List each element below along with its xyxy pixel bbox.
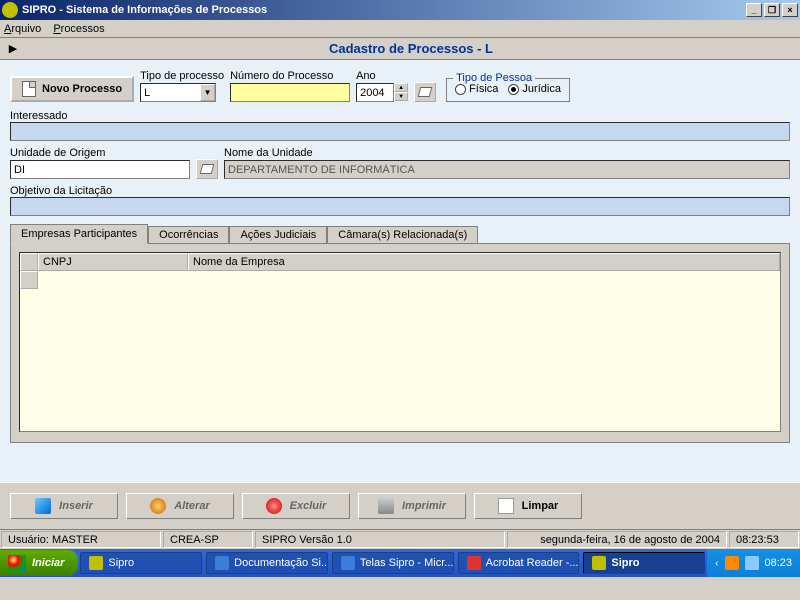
radio-juridica[interactable]: Jurídica [508,83,561,95]
ano-input[interactable] [356,83,394,102]
eraser-button-2[interactable] [196,159,218,179]
taskbar-item[interactable]: Sipro [80,552,202,574]
eraser-icon [200,164,215,174]
tray-icon[interactable] [745,556,759,570]
minimize-button[interactable]: _ [746,3,762,17]
tab-camaras[interactable]: Câmara(s) Relacionada(s) [327,226,478,243]
limpar-button[interactable]: Limpar [474,493,582,519]
alterar-button[interactable]: Alterar [126,493,234,519]
word-icon [215,556,229,570]
restore-button[interactable]: ❐ [764,3,780,17]
button-bar: Inserir Alterar Excluir Imprimir Limpar [0,482,800,529]
nome-unidade-label: Nome da Unidade [224,147,790,159]
grid-col-nome[interactable]: Nome da Empresa [188,253,780,271]
tab-ocorrencias[interactable]: Ocorrências [148,226,229,243]
novo-processo-button[interactable]: Novo Processo [10,76,134,102]
delete-icon [266,498,282,514]
window-title: SIPRO - Sistema de Informações de Proces… [22,4,746,16]
app-icon [2,2,18,18]
statusbar: Usuário: MASTER CREA-SP SIPRO Versão 1.0… [0,529,800,549]
grid-selector-header [20,253,38,271]
numero-processo-input[interactable] [230,83,350,102]
workspace: Novo Processo Tipo de processo L ▼ Númer… [0,60,800,482]
unidade-origem-input[interactable] [10,160,190,179]
status-org: CREA-SP [163,531,253,548]
tipo-processo-label: Tipo de processo [140,70,224,82]
tab-panel: CNPJ Nome da Empresa [10,243,790,443]
close-button[interactable]: × [782,3,798,17]
ano-spinner[interactable]: ▲ ▼ [356,83,408,102]
menu-arquivo[interactable]: Arquivo [4,23,41,35]
pdf-icon [467,556,481,570]
objetivo-label: Objetivo da Licitação [10,185,112,197]
play-icon[interactable]: ▶ [4,40,22,58]
insert-icon [35,498,51,514]
word-icon [341,556,355,570]
edit-icon [150,498,166,514]
radio-fisica[interactable]: Física [455,83,498,95]
menubar: Arquivo Processos [0,20,800,38]
grid-row-selector[interactable] [20,271,38,289]
tipo-processo-select[interactable]: L ▼ [140,83,216,102]
taskbar-item[interactable]: Acrobat Reader -... [458,552,580,574]
grid-col-cnpj[interactable]: CNPJ [38,253,188,271]
status-data: segunda-feira, 16 de agosto de 2004 [507,531,727,548]
status-usuario: Usuário: MASTER [1,531,161,548]
tabstrip: Empresas Participantes Ocorrências Ações… [10,224,790,243]
novo-processo-label: Novo Processo [42,83,122,95]
header-row: ▶ Cadastro de Processos - L [0,38,800,60]
tipo-pessoa-legend: Tipo de Pessoa [453,72,535,84]
excluir-button[interactable]: Excluir [242,493,350,519]
interessado-input[interactable] [10,122,790,141]
taskbar-item[interactable]: Documentação Si... [206,552,328,574]
print-icon [378,498,394,514]
objetivo-input[interactable] [10,197,790,216]
spinner-down-icon[interactable]: ▼ [394,92,408,101]
page-title: Cadastro de Processos - L [22,41,800,56]
eraser-icon [418,87,433,97]
unidade-origem-label: Unidade de Origem [10,147,190,159]
imprimir-button[interactable]: Imprimir [358,493,466,519]
system-tray[interactable]: ‹ 08:23 [707,549,800,577]
numero-processo-label: Número do Processo [230,70,350,82]
taskbar: Iniciar Sipro Documentação Si... Telas S… [0,549,800,577]
inserir-button[interactable]: Inserir [10,493,118,519]
menu-processos[interactable]: Processos [53,23,104,35]
taskbar-item[interactable]: Telas Sipro - Micr... [332,552,454,574]
tray-expand-icon[interactable]: ‹ [715,558,718,569]
start-button[interactable]: Iniciar [0,550,78,576]
app-icon [592,556,606,570]
interessado-label: Interessado [10,110,67,122]
clear-icon [498,498,514,514]
chevron-down-icon: ▼ [200,84,215,101]
taskbar-item-active[interactable]: Sipro [583,552,705,574]
data-grid[interactable]: CNPJ Nome da Empresa [19,252,781,432]
tab-acoes[interactable]: Ações Judiciais [229,226,327,243]
status-versao: SIPRO Versão 1.0 [255,531,505,548]
tab-empresas[interactable]: Empresas Participantes [10,224,148,244]
tray-icon[interactable] [725,556,739,570]
app-icon [89,556,103,570]
spinner-up-icon[interactable]: ▲ [394,83,408,92]
windows-icon [8,555,26,571]
eraser-button[interactable] [414,82,436,102]
document-icon [22,81,36,97]
status-hora: 08:23:53 [729,531,799,548]
radio-icon [508,84,519,95]
nome-unidade-field [224,160,790,179]
radio-icon [455,84,466,95]
window-titlebar: SIPRO - Sistema de Informações de Proces… [0,0,800,20]
tray-clock[interactable]: 08:23 [765,557,793,569]
ano-label: Ano [356,70,408,82]
